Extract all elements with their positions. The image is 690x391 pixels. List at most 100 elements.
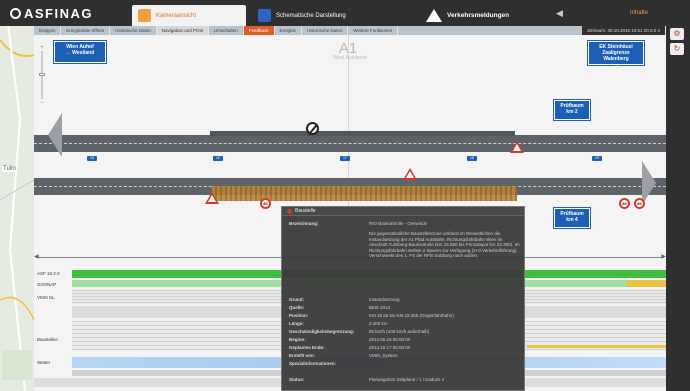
road-lane-extra [210, 131, 515, 136]
app-header: ASFINAG Kameraansicht Schematische Darst… [0, 0, 690, 26]
sign-pruefbaum-top[interactable]: Prüfbaum km 2 [554, 100, 590, 120]
detail-key: Quelle: [289, 305, 305, 310]
detail-row: Spezialinformationen: [289, 361, 521, 366]
no-overtaking-icon[interactable] [306, 122, 319, 135]
event-details-popup[interactable]: Baustelle Bezeichnung: RIO Baukontrolle -… [281, 206, 525, 391]
band-label: Wetter [37, 360, 51, 365]
detail-value: Instandsetzung [369, 297, 400, 302]
detail-value: VMIS_System [369, 353, 398, 358]
map-roads [0, 0, 34, 391]
band-label: GOSNAP [37, 282, 57, 287]
sign-ek-steinhaeusl[interactable]: EK Steinhäusl Zaaligrenze Walenberg → [588, 41, 644, 68]
speed-limit-icon[interactable]: 80 [619, 198, 630, 209]
sign-pruefbaum-bottom[interactable]: Prüfbaum km 4 [554, 208, 590, 228]
detail-row: Quelle: BMS 2013 [289, 305, 521, 311]
subtab-event-list[interactable]: Ereignisliste öffnen [61, 26, 111, 35]
warning-triangle-icon[interactable] [510, 141, 524, 153]
detail-value: 2.400 km [369, 321, 388, 326]
popup-title: Baustelle [295, 208, 316, 214]
detail-key [289, 231, 369, 259]
camera-icon [138, 9, 151, 22]
zoom-handle[interactable] [39, 73, 45, 76]
detail-value: 2014.05.15 00:00:00 [369, 337, 411, 342]
construction-zone[interactable] [212, 186, 517, 201]
tab-label: Verkehrsmeldungen [447, 12, 510, 19]
right-toolbar: ⚙ ↻ [666, 26, 690, 391]
detail-value: BMS 2013 [369, 305, 391, 310]
tab-label: Kameraansicht [156, 12, 197, 19]
refresh-icon[interactable]: ↻ [670, 43, 684, 55]
sign-wien-auhof[interactable]: Wien Auhof ← Westland [54, 41, 106, 63]
detail-row: Status: Planungskorr Zeitplane / 1 / Kadu… [289, 377, 521, 383]
zoom-out-icon[interactable]: − [39, 100, 45, 106]
lane-marking [34, 143, 666, 144]
detail-value: Die gegenständliche Baustellenzone umfas… [369, 231, 520, 258]
detail-key: Bezeichnung: [289, 221, 319, 226]
detail-key: Status: [289, 377, 305, 382]
band-label: VMIS KL [37, 295, 55, 300]
km-badge: 15 [87, 156, 97, 161]
subtab-history[interactable]: Historische Daten [110, 26, 157, 35]
subtab-event-2[interactable]: Ereignis [275, 26, 302, 35]
detail-row: Beginn: 2014.05.15 00:00:00 [289, 337, 521, 343]
time-range: Zeitraum: 30.10.2015 10:51 20.0.0 2 [582, 26, 666, 35]
tab-schematic[interactable]: Schematische Darstellung [252, 5, 382, 26]
logo-text: ASFINAG [24, 6, 93, 21]
detail-row: Geplantes Ende: 2014.10.17 00:00:00 [289, 345, 521, 351]
band-gosnap-event[interactable] [627, 280, 666, 287]
asfinag-logo: ASFINAG [10, 6, 93, 21]
detail-value: KM 15.55 bis KM 22.355 (Gegenfahrbahn) [369, 313, 454, 318]
detail-key: Länge: [289, 321, 304, 326]
band-label: Baustellen [37, 337, 59, 342]
collapse-arrow-icon[interactable]: ◀ [556, 8, 563, 19]
band-label: ASF 16.2.0 [37, 271, 60, 276]
sub-toolbar: Ereignis Ereignisliste öffnen Historisch… [34, 26, 666, 35]
map-strip[interactable]: Tulln [0, 0, 34, 391]
app-window: Tulln ASFINAG Kameraansicht Schematische… [0, 0, 690, 391]
subtab-navigation[interactable]: Navigation und POIs [156, 26, 210, 35]
detail-key: Grund: [289, 297, 304, 302]
tab-label: Schematische Darstellung [276, 12, 346, 19]
detail-value [369, 361, 521, 366]
detail-row: Die gegenständliche Baustellenzone umfas… [289, 231, 521, 259]
detail-value: Planungskorr Zeitplane / 1 / Kaduze 2 [369, 377, 445, 382]
detail-key: Position: [289, 313, 309, 318]
road-subtitle: West Autobahn [333, 55, 367, 61]
detail-row: Länge: 2.400 km [289, 321, 521, 327]
chevron-right-icon[interactable] [642, 161, 656, 205]
detail-value: 80 km/h (100 km/h außerhalb) [369, 329, 430, 334]
settings-icon[interactable]: ⚙ [670, 28, 684, 40]
detail-key: Geplantes Ende: [289, 345, 325, 350]
user-menu[interactable]: Inhalte [630, 10, 648, 16]
subtab-more[interactable]: Weitere Funktionen [348, 26, 399, 35]
detail-key: Erstellt von: [289, 353, 316, 358]
warning-icon [426, 9, 442, 22]
tab-traffic-reports[interactable]: Verkehrsmeldungen [420, 5, 550, 26]
subtab-toggle[interactable]: Umschalten [209, 26, 244, 35]
detail-key: Spezialinformationen: [289, 361, 337, 366]
detail-row: Bezeichnung: RIO Baukontrolle - Oeswinde [289, 221, 521, 227]
subtab-history-2[interactable]: Historische Daten [302, 26, 349, 35]
popup-header: Baustelle [282, 207, 524, 216]
tab-camera-view[interactable]: Kameraansicht [132, 5, 246, 26]
band-roadworks-event[interactable] [527, 345, 666, 348]
warning-triangle-icon[interactable] [403, 168, 417, 180]
detail-row: Geschwindigkeitsbegrenzung: 80 km/h (100 … [289, 329, 521, 335]
zoom-slider[interactable]: + − [39, 45, 45, 106]
detail-key: Beginn: [289, 337, 306, 342]
speed-limit-icon[interactable]: 80 [634, 198, 645, 209]
subtab-event[interactable]: Ereignis [34, 26, 62, 35]
alert-icon [287, 208, 292, 214]
detail-row: Position: KM 15.55 bis KM 22.355 (Gegenfa… [289, 313, 521, 319]
speed-limit-icon[interactable]: 80 [260, 198, 271, 209]
subtab-feedback[interactable]: Feedback [243, 26, 275, 35]
schematic-view[interactable]: A1 West Autobahn + − Wien Auhof ← Westla… [34, 35, 666, 391]
diagram-icon [258, 9, 271, 22]
chevron-left-icon[interactable] [48, 113, 62, 157]
logo-icon [10, 8, 21, 19]
warning-triangle-icon[interactable] [205, 192, 219, 204]
detail-row: Erstellt von: VMIS_System [289, 353, 521, 359]
km-badge: 17 [340, 156, 350, 161]
detail-value: RIO Baukontrolle - Oeswinde [369, 221, 428, 226]
map-place-label: Tulln [2, 166, 17, 172]
